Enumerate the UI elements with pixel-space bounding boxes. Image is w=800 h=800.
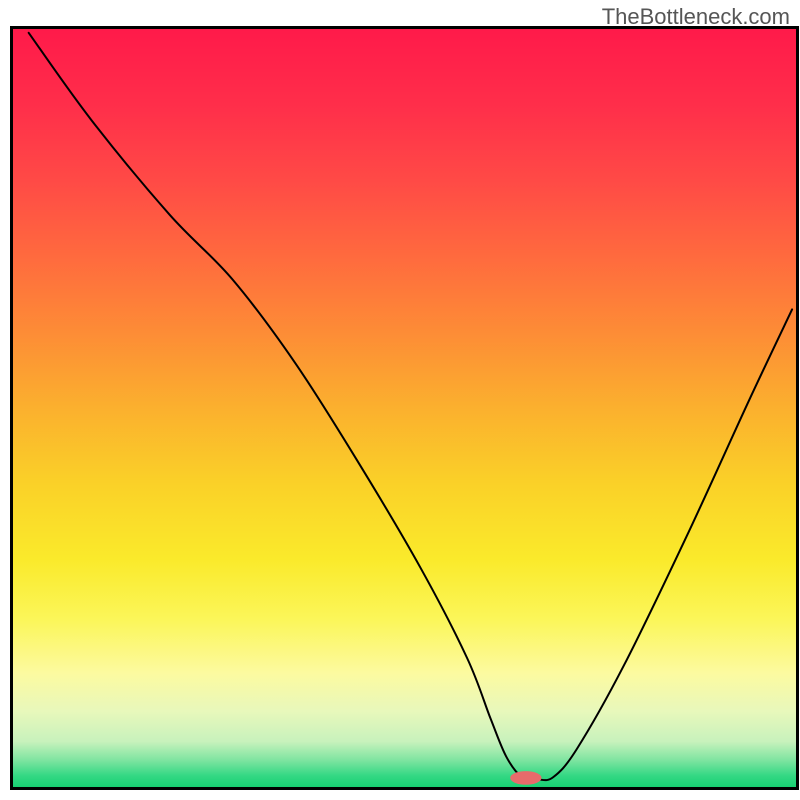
chart-background bbox=[13, 29, 796, 787]
bottleneck-chart bbox=[0, 0, 800, 800]
optimal-marker bbox=[510, 771, 541, 785]
chart-svg bbox=[0, 0, 800, 800]
watermark-text: TheBottleneck.com bbox=[602, 4, 790, 30]
